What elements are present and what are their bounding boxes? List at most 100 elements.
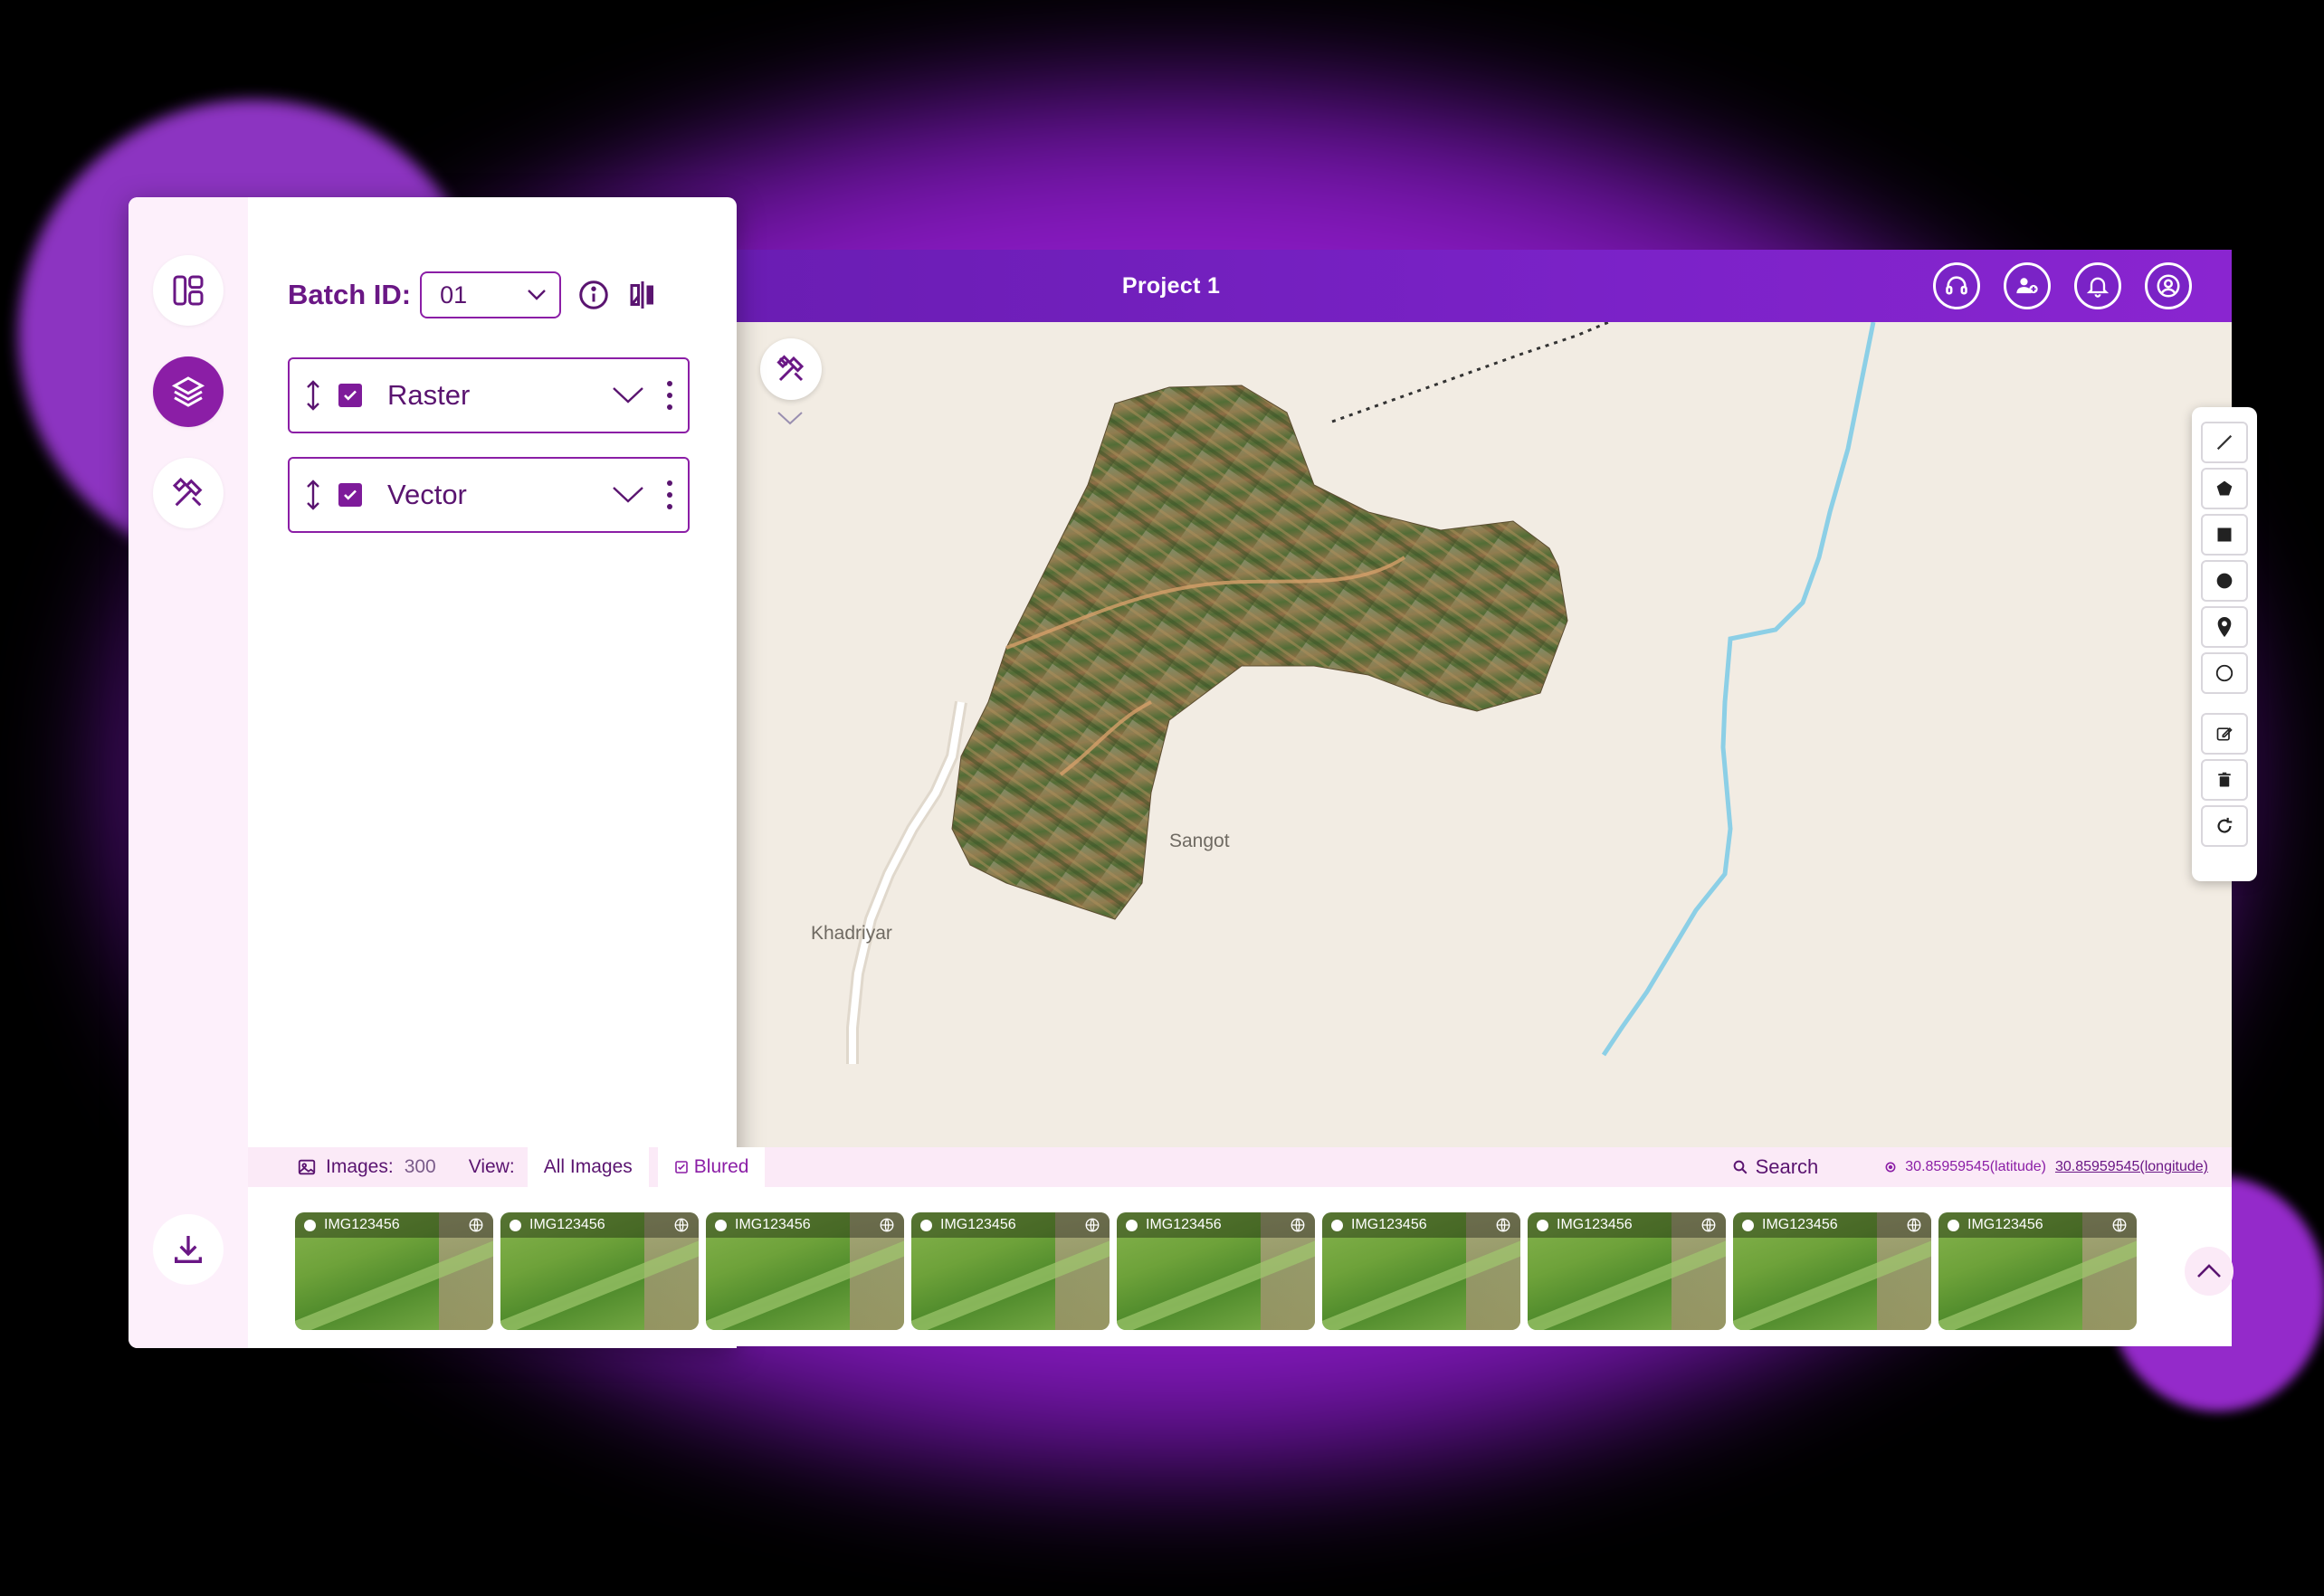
batch-label: Batch ID: — [288, 279, 412, 310]
globe-icon[interactable] — [1495, 1217, 1511, 1233]
map-graphics — [846, 322, 1876, 1064]
globe-icon[interactable] — [1906, 1217, 1922, 1233]
thumbnail-name: IMG123456 — [529, 1217, 605, 1232]
side-rail — [129, 197, 248, 1348]
map-label-sangot: Sangot — [1169, 831, 1230, 851]
circle-outline-icon[interactable] — [2201, 652, 2248, 694]
rotate-icon[interactable] — [2201, 805, 2248, 847]
thumbnail[interactable]: IMG123456 — [911, 1212, 1110, 1330]
top-bar: Project 1 — [735, 250, 2232, 322]
select-dot-icon[interactable] — [304, 1219, 316, 1231]
images-label: Images: — [326, 1156, 394, 1177]
circle-filled-icon[interactable] — [2201, 560, 2248, 602]
marker-icon[interactable] — [2201, 606, 2248, 648]
user-icon[interactable] — [2145, 262, 2192, 309]
thumbnail-name: IMG123456 — [1146, 1217, 1222, 1232]
chevron-up-icon — [2197, 1264, 2221, 1278]
thumbnail-name: IMG123456 — [735, 1217, 811, 1232]
latitude-value: 30.85959545(latitude) — [1905, 1159, 2046, 1174]
image-strip-header: Images: 300 View: All Images Blured Sear… — [248, 1147, 2232, 1187]
image-icon — [298, 1159, 316, 1175]
thumbnail[interactable]: IMG123456 — [1528, 1212, 1726, 1330]
select-dot-icon[interactable] — [920, 1219, 932, 1231]
trash-icon[interactable] — [2201, 759, 2248, 801]
batch-select[interactable]: 01 — [420, 271, 562, 318]
thumbnail[interactable]: IMG123456 — [295, 1212, 493, 1330]
stage: Project 1 Sangot Khadriyar Batch ID: 01 … — [0, 0, 2324, 1596]
thumbnail[interactable]: IMG123456 — [1938, 1212, 2137, 1330]
image-strip: Images: 300 View: All Images Blured Sear… — [248, 1147, 2234, 1346]
select-dot-icon[interactable] — [1537, 1219, 1548, 1231]
tab-all-images[interactable]: All Images — [527, 1147, 649, 1187]
tools-icon[interactable] — [153, 458, 224, 528]
map-tools-button[interactable] — [760, 338, 822, 400]
compare-icon[interactable] — [626, 279, 659, 311]
chevron-down-icon[interactable] — [612, 386, 644, 404]
polygon-icon[interactable] — [2201, 468, 2248, 509]
globe-icon[interactable] — [1290, 1217, 1306, 1233]
square-icon[interactable] — [2201, 514, 2248, 556]
batch-value: 01 — [440, 280, 468, 309]
search-label: Search — [1755, 1155, 1819, 1178]
thumbnail-list: IMG123456 IMG123456 IMG123456 IMG123456 … — [295, 1212, 2137, 1330]
expand-strip-button[interactable] — [2185, 1247, 2234, 1296]
globe-icon[interactable] — [1084, 1217, 1100, 1233]
tab-blurred[interactable]: Blured — [657, 1147, 766, 1187]
chevron-down-icon[interactable] — [776, 411, 804, 430]
thumbnail[interactable]: IMG123456 — [1733, 1212, 1931, 1330]
map-label-khadriyar: Khadriyar — [811, 923, 892, 944]
thumbnail-name: IMG123456 — [324, 1217, 400, 1232]
map-canvas[interactable]: Sangot Khadriyar — [735, 322, 2232, 1232]
thumbnail-name: IMG123456 — [940, 1217, 1016, 1232]
longitude-value[interactable]: 30.85959545(longitude) — [2055, 1159, 2208, 1175]
project-title: Project 1 — [1121, 272, 1221, 299]
download-icon[interactable] — [153, 1214, 224, 1285]
chevron-down-icon[interactable] — [612, 486, 644, 504]
info-icon[interactable] — [577, 279, 610, 311]
thumbnail[interactable]: IMG123456 — [1322, 1212, 1520, 1330]
headset-icon[interactable] — [1933, 262, 1980, 309]
coordinates: 30.85959545(latitude) 30.85959545(longit… — [1883, 1159, 2208, 1175]
layer-name: Raster — [387, 379, 471, 411]
select-dot-icon[interactable] — [1331, 1219, 1343, 1231]
layers-icon[interactable] — [153, 356, 224, 427]
more-vert-icon[interactable] — [666, 480, 673, 510]
bell-icon[interactable] — [2074, 262, 2121, 309]
layer-checkbox[interactable] — [338, 384, 362, 407]
globe-icon[interactable] — [468, 1217, 484, 1233]
line-icon[interactable] — [2201, 422, 2248, 463]
toolbar-divider — [2201, 698, 2248, 713]
globe-icon[interactable] — [2111, 1217, 2128, 1233]
thumbnail-name: IMG123456 — [1762, 1217, 1838, 1232]
layout-icon[interactable] — [153, 255, 224, 326]
draw-toolbar — [2192, 407, 2257, 881]
select-dot-icon[interactable] — [1948, 1219, 1959, 1231]
select-dot-icon[interactable] — [1126, 1219, 1138, 1231]
thumbnail[interactable]: IMG123456 — [500, 1212, 699, 1330]
search-button[interactable]: Search — [1732, 1155, 1819, 1179]
layer-item-vector[interactable]: Vector — [288, 457, 690, 533]
more-vert-icon[interactable] — [666, 380, 673, 411]
target-icon — [1885, 1162, 1896, 1173]
chevron-down-icon — [528, 290, 546, 300]
layer-name: Vector — [387, 479, 467, 510]
select-dot-icon[interactable] — [510, 1219, 521, 1231]
view-label: View: — [468, 1156, 515, 1177]
add-user-icon[interactable] — [2004, 262, 2051, 309]
images-count: 300 — [404, 1156, 436, 1177]
layer-checkbox[interactable] — [338, 483, 362, 507]
layer-item-raster[interactable]: Raster — [288, 357, 690, 433]
reorder-icon[interactable] — [304, 480, 322, 510]
reorder-icon[interactable] — [304, 380, 322, 411]
top-actions — [1933, 262, 2192, 309]
thumbnail[interactable]: IMG123456 — [706, 1212, 904, 1330]
thumbnail[interactable]: IMG123456 — [1117, 1212, 1315, 1330]
thumbnail-name: IMG123456 — [1351, 1217, 1427, 1232]
globe-icon[interactable] — [1700, 1217, 1717, 1233]
globe-icon[interactable] — [879, 1217, 895, 1233]
select-dot-icon[interactable] — [715, 1219, 727, 1231]
thumbnail-name: IMG123456 — [1557, 1217, 1633, 1232]
select-dot-icon[interactable] — [1742, 1219, 1754, 1231]
edit-icon[interactable] — [2201, 713, 2248, 755]
globe-icon[interactable] — [673, 1217, 690, 1233]
